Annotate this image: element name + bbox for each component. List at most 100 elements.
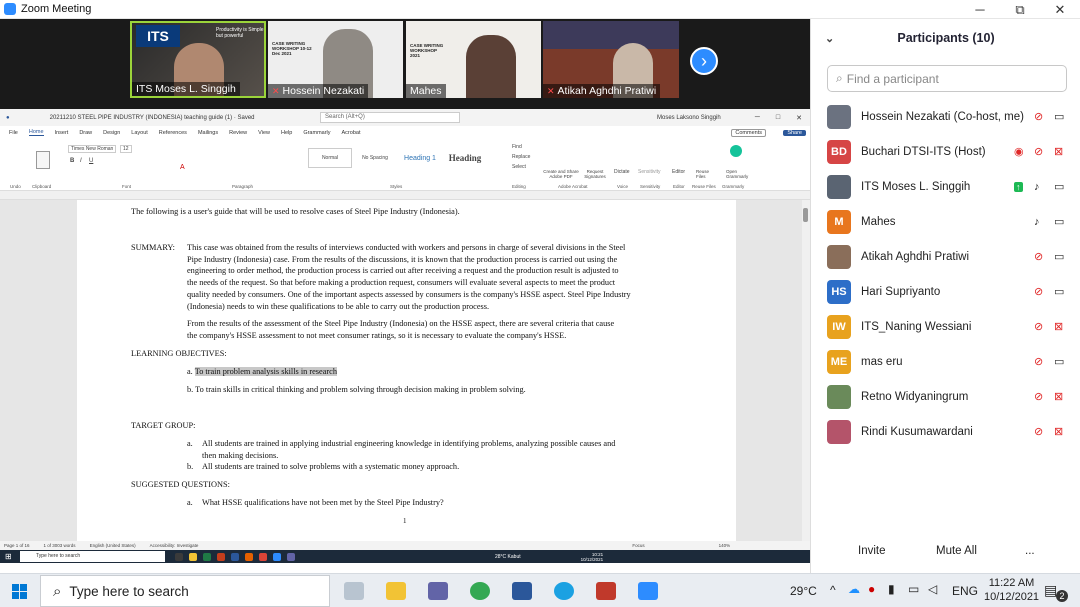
participant-row[interactable]: IW ITS_Naning Wessiani ⊘ ⊠	[811, 309, 1080, 344]
menu-item-design[interactable]: Design	[103, 130, 120, 136]
clock[interactable]: 11:22 AM 10/12/2021	[984, 576, 1039, 604]
windows-start-icon[interactable]	[12, 584, 27, 599]
scrollbar-thumb[interactable]	[803, 208, 808, 222]
menu-item-insert[interactable]: Insert	[55, 130, 69, 136]
mic-muted-icon[interactable]: ⊘	[1034, 425, 1043, 438]
taskbar-search-box[interactable]: ⌕ Type here to search	[40, 575, 330, 607]
minimize-button[interactable]: ─	[960, 0, 1000, 19]
mic-muted-icon[interactable]: ⊘	[1034, 110, 1043, 123]
video-tile[interactable]: ✕ Atikah Aghdhi Pratiwi	[543, 21, 679, 98]
onedrive-icon[interactable]: ☁	[848, 582, 860, 596]
more-button[interactable]: ...	[1025, 545, 1035, 557]
video-icon[interactable]: ▭	[1054, 285, 1064, 298]
participant-row[interactable]: Rindi Kusumawardani ⊘ ⊠	[811, 414, 1080, 449]
participant-row[interactable]: ME mas eru ⊘ ▭	[811, 344, 1080, 379]
video-icon[interactable]: ▭	[1054, 180, 1064, 193]
create-pdf-button[interactable]: Create and Share Adobe PDF	[541, 169, 581, 179]
find-participant-input[interactable]: ⌕ Find a participant	[827, 65, 1067, 92]
mic-icon[interactable]: ♪	[1034, 216, 1040, 228]
request-signatures-button[interactable]: Request Signatures	[582, 169, 608, 179]
document-page[interactable]: The following is a user's guide that wil…	[77, 200, 736, 541]
horizontal-ruler[interactable]	[0, 191, 810, 200]
participant-row[interactable]: Atikah Aghdhi Pratiwi ⊘ ▭	[811, 239, 1080, 274]
menu-item-layout[interactable]: Layout	[131, 130, 148, 136]
video-icon[interactable]: ▭	[1054, 110, 1064, 123]
video-off-icon[interactable]: ⊠	[1054, 145, 1063, 158]
video-tile[interactable]: CASE WRITING WORKSHOP 2021 Mahes	[406, 21, 541, 98]
editor-button[interactable]: Editor	[672, 169, 685, 175]
mic-muted-icon[interactable]: ⊘	[1034, 250, 1043, 263]
font-color-icon[interactable]: A	[180, 164, 185, 171]
open-grammarly-button[interactable]: Open Grammarly	[726, 169, 748, 179]
chevron-up-icon[interactable]: ^	[830, 583, 836, 597]
display-icon[interactable]: ▭	[908, 582, 919, 596]
temperature[interactable]: 29°C	[790, 584, 817, 598]
close-button[interactable]: ✕	[1040, 0, 1080, 19]
language-status[interactable]: English (United States)	[90, 543, 136, 548]
menu-item-view[interactable]: View	[258, 130, 270, 136]
mic-muted-icon[interactable]: ⊘	[1034, 355, 1043, 368]
language-indicator[interactable]: ENG	[952, 584, 978, 598]
italic-button[interactable]: I	[80, 158, 82, 164]
word-icon[interactable]	[512, 582, 532, 600]
video-icon[interactable]: ▭	[1054, 355, 1064, 368]
menu-item-draw[interactable]: Draw	[79, 130, 92, 136]
winrar-icon[interactable]	[596, 582, 616, 600]
participant-row[interactable]: Retno Widyaningrum ⊘ ⊠	[811, 379, 1080, 414]
participant-row[interactable]: HS Hari Supriyanto ⊘ ▭	[811, 274, 1080, 309]
select-button[interactable]: Select	[512, 164, 526, 170]
mic-muted-icon[interactable]: ⊘	[1034, 390, 1043, 403]
underline-button[interactable]: U	[89, 158, 93, 164]
teams-icon[interactable]	[428, 582, 448, 600]
menu-item-acrobat[interactable]: Acrobat	[342, 130, 361, 136]
font-size-box[interactable]: 12	[120, 145, 132, 153]
style-no-spacing[interactable]: No Spacing	[354, 148, 396, 168]
mute-all-button[interactable]: Mute All	[936, 545, 977, 557]
mic-muted-icon[interactable]: ⊘	[1034, 145, 1043, 158]
video-icon[interactable]: ▭	[1054, 250, 1064, 263]
sensitivity-button[interactable]: Sensitivity	[638, 169, 661, 175]
participant-row[interactable]: M Mahes ♪ ▭	[811, 204, 1080, 239]
menu-item-references[interactable]: References	[159, 130, 187, 136]
style-heading[interactable]: Heading	[442, 148, 488, 168]
video-tile[interactable]: CASE WRITING WORKSHOP 10-12 Dec 2021 ✕ Ho…	[268, 21, 403, 98]
word-search-box[interactable]: Search (Alt+Q)	[320, 112, 460, 123]
next-videos-button[interactable]: ›	[690, 47, 718, 75]
style-heading-1[interactable]: Heading 1	[398, 148, 442, 168]
pen-tool-icon[interactable]	[344, 582, 364, 600]
paste-icon[interactable]	[36, 151, 50, 169]
word-count[interactable]: 1 of 3003 words	[44, 543, 76, 548]
dictate-button[interactable]: Dictate	[614, 169, 630, 175]
zoom-icon[interactable]	[638, 582, 658, 600]
antivirus-icon[interactable]: ●	[868, 582, 875, 596]
mic-muted-icon[interactable]: ⊘	[1034, 285, 1043, 298]
chevron-down-icon[interactable]: ⌄	[825, 32, 834, 45]
edge-icon[interactable]	[554, 582, 574, 600]
menu-item-help[interactable]: Help	[281, 130, 292, 136]
video-off-icon[interactable]: ⊠	[1054, 425, 1063, 438]
participant-row[interactable]: Hossein Nezakati (Co-host, me) ⊘ ▭	[811, 99, 1080, 134]
replace-button[interactable]: Replace	[512, 154, 530, 160]
style-normal[interactable]: Normal	[308, 148, 352, 168]
menu-item-grammarly[interactable]: Grammarly	[303, 130, 330, 136]
menu-item-home[interactable]: Home	[28, 129, 44, 136]
find-button[interactable]: Find	[512, 144, 522, 150]
focus-button[interactable]: Focus	[632, 543, 644, 548]
participant-row[interactable]: ITS Moses L. Singgih ↑ ♪ ▭	[811, 169, 1080, 204]
comments-button[interactable]: Comments	[731, 128, 766, 137]
video-tile[interactable]: ITS Productivity is Simple but powerful …	[130, 21, 266, 98]
font-name-box[interactable]: Times New Roman	[68, 145, 117, 153]
video-off-icon[interactable]: ⊠	[1054, 320, 1063, 333]
video-off-icon[interactable]: ⊠	[1054, 390, 1063, 403]
maximize-button[interactable]: ⧉	[1000, 0, 1040, 19]
menu-item-file[interactable]: File	[9, 130, 18, 136]
bold-button[interactable]: B	[70, 158, 74, 164]
chrome-icon[interactable]	[470, 582, 490, 600]
share-button[interactable]: Share	[783, 129, 806, 136]
invite-button[interactable]: Invite	[858, 545, 886, 557]
speaker-icon[interactable]: ◁	[928, 582, 937, 596]
file-explorer-icon[interactable]	[386, 582, 406, 600]
accessibility-status[interactable]: Accessibility: Investigate	[150, 543, 199, 548]
page-count[interactable]: Page 1 of 16	[4, 543, 30, 548]
menu-item-review[interactable]: Review	[229, 130, 247, 136]
